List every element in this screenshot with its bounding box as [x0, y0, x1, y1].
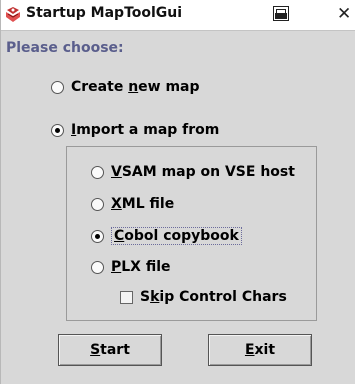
radio-icon[interactable] — [91, 229, 104, 243]
skip-control-chars-checkbox[interactable]: Skip Control Chars — [120, 289, 287, 305]
import-map-label: Import a map from — [71, 122, 220, 138]
cobol-copybook-radio[interactable]: Cobol copybook — [91, 227, 242, 245]
prompt-label: Please choose: — [6, 40, 124, 56]
radio-icon[interactable] — [51, 123, 64, 137]
exit-button[interactable]: Exit — [208, 334, 312, 366]
radio-icon[interactable] — [91, 165, 104, 179]
checkbox-icon[interactable] — [120, 290, 133, 304]
vsam-map-radio[interactable]: VSAM map on VSE host — [91, 164, 295, 180]
cobol-copybook-label: Cobol copybook — [111, 227, 242, 245]
skip-control-chars-label: Skip Control Chars — [140, 289, 287, 305]
plx-file-label: PLX file — [111, 259, 171, 275]
plx-file-radio[interactable]: PLX file — [91, 259, 171, 275]
radio-icon[interactable] — [91, 260, 104, 274]
create-new-map-label: Create new map — [71, 79, 200, 95]
close-icon[interactable]: ✕ — [337, 3, 351, 25]
xml-file-radio[interactable]: XML file — [91, 196, 174, 212]
restore-window-icon[interactable] — [273, 6, 289, 21]
import-map-radio[interactable]: Import a map from — [51, 122, 219, 138]
create-new-map-radio[interactable]: Create new map — [51, 79, 200, 95]
startup-dialog: Startup MapToolGui ✕ Please choose: Crea… — [0, 0, 355, 384]
vsam-map-label: VSAM map on VSE host — [111, 164, 295, 180]
radio-icon[interactable] — [51, 80, 64, 94]
xml-file-label: XML file — [111, 196, 175, 212]
app-icon — [6, 7, 20, 22]
radio-icon[interactable] — [91, 197, 104, 211]
start-button[interactable]: Start — [58, 334, 162, 366]
title-bar[interactable]: Startup MapToolGui ✕ — [1, 0, 355, 31]
window-title: Startup MapToolGui — [26, 5, 183, 21]
